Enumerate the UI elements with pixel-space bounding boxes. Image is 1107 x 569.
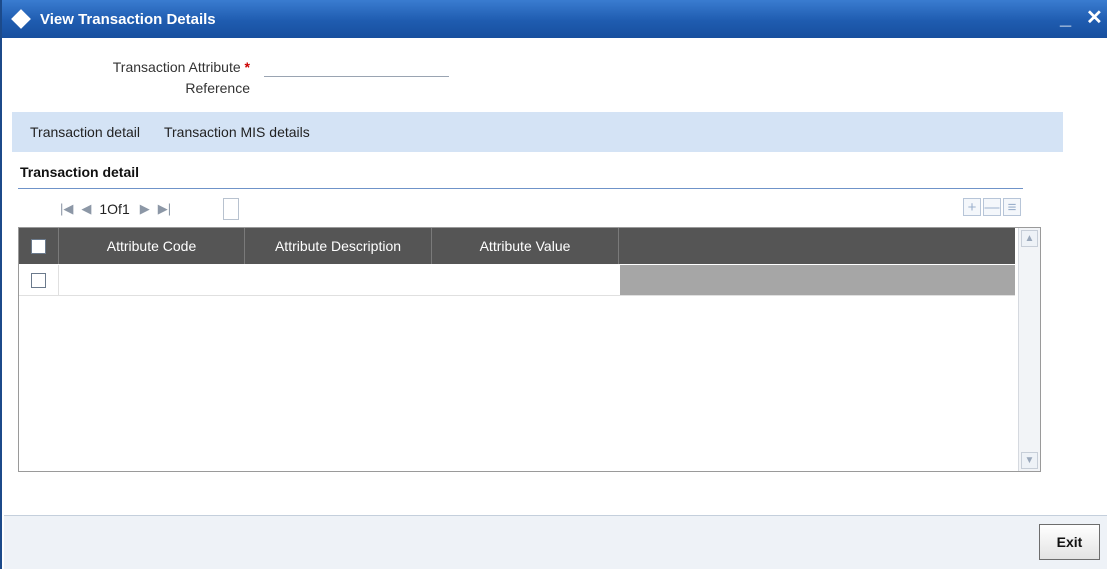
view-transaction-details-window: View Transaction Details _ ✕ Transaction…	[0, 0, 1107, 569]
column-header-attribute-description[interactable]: Attribute Description	[245, 228, 432, 264]
column-header-filler	[619, 228, 1015, 264]
tab-transaction-mis-details[interactable]: Transaction MIS details	[158, 124, 316, 140]
column-header-attribute-value[interactable]: Attribute Value	[432, 228, 619, 264]
row-filler-cell	[620, 265, 1015, 296]
page-number-input[interactable]	[223, 198, 240, 220]
row-data-cells[interactable]	[59, 265, 620, 296]
previous-page-icon[interactable]: ◀	[81, 201, 91, 217]
window-diamond-icon	[11, 9, 31, 29]
exit-button[interactable]: Exit	[1039, 524, 1100, 560]
page-count: 1Of1	[99, 201, 130, 217]
scroll-up-icon[interactable]: ▲	[1021, 230, 1038, 247]
select-all-checkbox[interactable]	[31, 238, 46, 254]
scroll-down-icon[interactable]: ▼	[1021, 452, 1038, 469]
tab-bar: Transaction detail Transaction MIS detai…	[12, 112, 1063, 152]
grid-toolbar: + — ≡	[963, 198, 1021, 216]
transaction-attribute-reference-input[interactable]	[264, 57, 449, 77]
minus-icon[interactable]: —	[983, 198, 1001, 216]
grid-header-row: Attribute Code Attribute Description Att…	[19, 228, 1015, 264]
header-form: Transaction Attribute * Reference	[4, 38, 1107, 108]
row-select-cell	[19, 265, 59, 296]
transaction-attribute-reference-label: Transaction Attribute * Reference	[64, 57, 250, 99]
next-page-icon[interactable]: ▶	[140, 201, 150, 217]
transaction-detail-grid: Attribute Code Attribute Description Att…	[18, 227, 1041, 472]
grid-vertical-scrollbar[interactable]: ▲ ▼	[1018, 228, 1040, 471]
list-view-icon[interactable]: ≡	[1003, 198, 1021, 216]
title-bar: View Transaction Details _ ✕	[2, 0, 1107, 38]
select-all-cell	[19, 228, 59, 264]
column-header-attribute-code[interactable]: Attribute Code	[59, 228, 245, 264]
footer-bar	[4, 516, 1107, 569]
tab-transaction-detail[interactable]: Transaction detail	[24, 124, 146, 140]
required-marker: *	[244, 59, 250, 75]
window-title: View Transaction Details	[40, 10, 216, 28]
row-checkbox[interactable]	[31, 272, 46, 288]
section-divider	[18, 188, 1023, 189]
label-line-2: Reference	[185, 80, 250, 96]
last-page-icon[interactable]: ▶|	[158, 201, 171, 217]
minimize-button[interactable]: _	[1060, 8, 1071, 28]
table-row[interactable]	[19, 265, 1015, 296]
first-page-icon[interactable]: |◀	[60, 201, 73, 217]
close-button[interactable]: ✕	[1086, 8, 1103, 28]
label-line-1: Transaction Attribute	[112, 59, 241, 75]
section-title: Transaction detail	[20, 164, 140, 180]
grid-pager: |◀ ◀ 1Of1 ▶ ▶|	[60, 198, 240, 220]
plus-icon[interactable]: +	[963, 198, 981, 216]
